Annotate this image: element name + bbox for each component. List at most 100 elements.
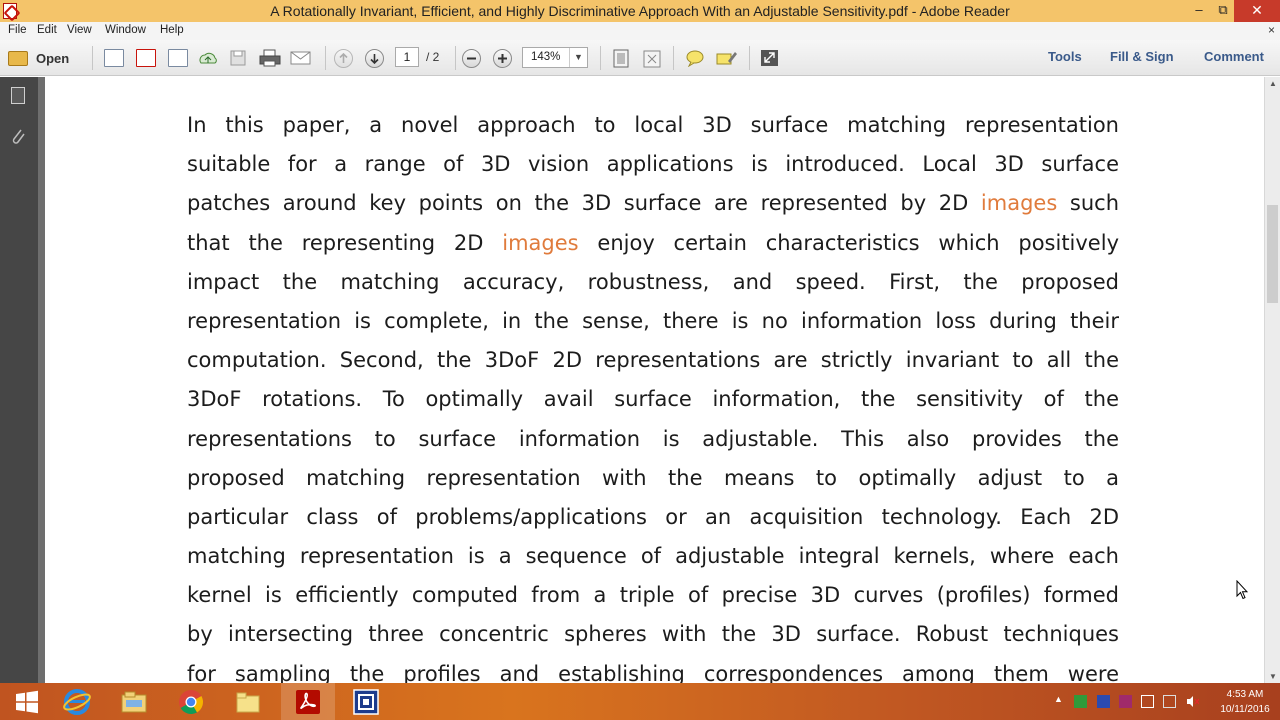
fit-page-icon[interactable]: [611, 49, 631, 68]
vertical-scrollbar[interactable]: ▲ ▼: [1264, 77, 1280, 683]
window-title: A Rotationally Invariant, Efficient, and…: [270, 3, 1010, 19]
document-gutter: [38, 77, 45, 683]
line-text: In this paper, a novel approach to local…: [187, 113, 1119, 137]
line-text: particular class of problems/application…: [187, 504, 1119, 529]
zoom-in-icon[interactable]: [493, 49, 512, 68]
export-pdf-icon[interactable]: [136, 49, 156, 67]
document-line: for sampling the profiles and establishi…: [187, 655, 1119, 683]
toolbar: Open Tools Fill & Sign Comment: [0, 40, 1280, 76]
toolbar-separator: [325, 46, 326, 70]
tray-expand-icon[interactable]: ▲: [1054, 694, 1067, 707]
document-line: matching representation is a sequence of…: [187, 537, 1119, 576]
previous-page-icon[interactable]: [334, 49, 353, 68]
scroll-down-icon[interactable]: ▼: [1269, 672, 1277, 681]
email-icon[interactable]: [290, 49, 311, 67]
volume-muted-icon[interactable]: [1186, 695, 1200, 708]
highlight-text-icon[interactable]: [716, 49, 737, 67]
line-text: such: [1057, 191, 1120, 216]
zoom-out-icon[interactable]: [462, 49, 481, 68]
close-document-icon[interactable]: ×: [1268, 23, 1275, 37]
tray-app-green-icon[interactable]: [1074, 695, 1087, 708]
line-text: proposed matching representation with th…: [187, 465, 1119, 490]
zoom-value: 143%: [531, 51, 561, 63]
adobe-reader-app-icon[interactable]: [3, 3, 17, 19]
file-explorer-icon[interactable]: [107, 683, 161, 720]
document-line: patches around key points on the 3D surf…: [187, 184, 1119, 223]
navigation-pane: [0, 77, 38, 683]
document-line: kernel is efficiently computed from a tr…: [187, 576, 1119, 615]
toolbar-separator: [455, 46, 456, 70]
menu-edit[interactable]: Edit: [37, 24, 57, 36]
menu-help[interactable]: Help: [160, 24, 184, 36]
clock[interactable]: 4:53 AM 10/11/2016: [1214, 687, 1276, 717]
action-center-icon[interactable]: [1141, 695, 1154, 708]
zoom-select[interactable]: 143% ▼: [522, 47, 588, 68]
folder-icon[interactable]: [221, 683, 275, 720]
line-text: computation. Second, the 3DoF 2D represe…: [187, 348, 1119, 373]
mouse-cursor: [1236, 580, 1248, 600]
document-line: by intersecting three concentric spheres…: [187, 615, 1119, 654]
menu-view[interactable]: View: [67, 24, 92, 36]
tools-pane-button[interactable]: Tools: [1048, 49, 1082, 64]
upload-icon[interactable]: [198, 49, 218, 67]
full-screen-icon[interactable]: [642, 49, 662, 68]
document-line: computation. Second, the 3DoF 2D represe…: [187, 341, 1119, 380]
adobe-reader-icon[interactable]: [281, 683, 335, 720]
chrome-icon[interactable]: [164, 683, 218, 720]
close-button[interactable]: ✕: [1234, 0, 1280, 22]
comment-pane-button[interactable]: Comment: [1204, 49, 1264, 64]
edit-pdf-icon[interactable]: [168, 49, 188, 67]
document-line: that the representing 2D images enjoy ce…: [187, 224, 1119, 263]
page-thumbnails-icon[interactable]: [11, 87, 25, 104]
open-label: Open: [36, 50, 70, 66]
line-text: representations to surface information i…: [187, 426, 1119, 451]
scrollbar-thumb[interactable]: [1267, 205, 1278, 303]
save-icon[interactable]: [229, 49, 249, 67]
document-page: In this paper, a novel approach to local…: [45, 77, 1264, 683]
attachments-icon[interactable]: [10, 127, 26, 145]
toolbar-separator: [600, 46, 601, 70]
toolbar-separator: [749, 46, 750, 70]
tray-app-purple-icon[interactable]: [1119, 695, 1132, 708]
expand-icon[interactable]: [760, 49, 780, 67]
document-line: representations to surface information i…: [187, 420, 1119, 459]
fill-sign-pane-button[interactable]: Fill & Sign: [1110, 49, 1174, 64]
sticky-note-icon[interactable]: [685, 49, 705, 68]
scroll-up-icon[interactable]: ▲: [1269, 79, 1277, 88]
line-text: representation is complete, in the sense…: [187, 308, 1119, 333]
folder-icon: [8, 50, 28, 66]
menu-bar: File Edit View Window Help ×: [0, 22, 1280, 40]
line-text: impact the matching accuracy, robustness…: [187, 269, 1119, 294]
line-text: for sampling the profiles and establishi…: [187, 661, 1119, 683]
page-number-input[interactable]: 1: [395, 47, 419, 67]
line-text: suitable for a range of 3D vision applic…: [187, 152, 1119, 177]
taskbar: ▲ 4:53 AM 10/11/2016: [0, 683, 1280, 720]
next-page-icon[interactable]: [365, 49, 384, 68]
open-button[interactable]: Open: [8, 47, 69, 69]
create-pdf-icon[interactable]: [104, 49, 124, 67]
print-icon[interactable]: [259, 49, 281, 67]
document-line: In this paper, a novel approach to local…: [187, 106, 1119, 145]
line-text: that the representing 2D: [187, 230, 503, 255]
start-button[interactable]: [0, 683, 54, 720]
line-text: patches around key points on the 3D surf…: [187, 191, 981, 216]
search-highlight: images: [980, 191, 1058, 216]
toolbar-separator: [673, 46, 674, 70]
document-line: impact the matching accuracy, robustness…: [187, 263, 1119, 302]
internet-explorer-icon[interactable]: [50, 683, 104, 720]
document-line: suitable for a range of 3D vision applic…: [187, 145, 1119, 184]
line-text: kernel is efficiently computed from a tr…: [187, 583, 1119, 608]
app-icon[interactable]: [339, 683, 393, 720]
document-line: 3DoF rotations. To optimally avail surfa…: [187, 380, 1119, 419]
menu-window[interactable]: Window: [105, 24, 146, 36]
toolbar-separator: [92, 46, 93, 70]
document-line: proposed matching representation with th…: [187, 459, 1119, 498]
page-total: / 2: [426, 50, 440, 64]
menu-file[interactable]: File: [8, 24, 27, 36]
clock-date: 10/11/2016: [1220, 704, 1270, 715]
network-icon[interactable]: [1163, 695, 1176, 708]
document-line: representation is complete, in the sense…: [187, 302, 1119, 341]
chevron-down-icon[interactable]: ▼: [569, 48, 587, 67]
tray-app-blue-icon[interactable]: [1097, 695, 1110, 708]
line-text: by intersecting three concentric spheres…: [187, 622, 1119, 647]
